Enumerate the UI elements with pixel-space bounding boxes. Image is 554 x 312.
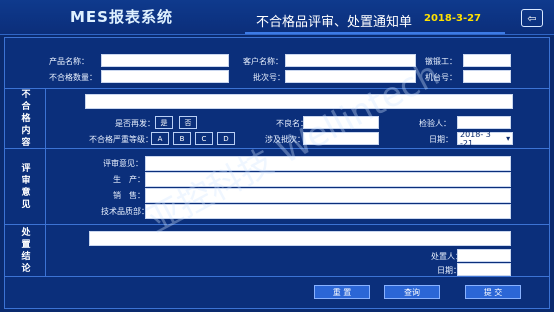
nonconformity-side-label: 不合格内容 [5, 89, 46, 149]
severity-a-toggle[interactable]: A [151, 132, 169, 145]
disposal-side-label: 处置结论 [5, 225, 46, 277]
chevron-down-icon[interactable]: ▾ [504, 134, 512, 143]
batch-label: 批次号： [253, 73, 285, 82]
date-value: 2018- 3 -21 [460, 129, 491, 148]
severity-d-toggle[interactable]: D [217, 132, 235, 145]
recurrence-no-toggle[interactable]: 否 [179, 116, 197, 129]
top-bar: MES报表系统 不合格品评审、处置通知单 2018-3-27 ⇦ [0, 0, 554, 35]
inspector-input[interactable] [457, 116, 511, 129]
severity-b-toggle[interactable]: B [173, 132, 191, 145]
worker-input[interactable] [463, 54, 511, 67]
disposal-date-input[interactable] [457, 263, 511, 276]
customer-name-label: 客户名称： [243, 57, 283, 66]
date-label: 日期： [429, 135, 453, 144]
disposal-section: 处置结论 处置人： 日期： [5, 224, 549, 277]
query-button[interactable]: 查询 [384, 285, 440, 299]
date-select[interactable]: 2018- 3 -21 ▾ [457, 129, 513, 148]
disposal-conclusion-input[interactable] [89, 231, 511, 246]
production-label: 生 产： [113, 175, 145, 184]
review-comments-label: 评审意见： [103, 159, 143, 168]
info-section: 产品名称： 客户名称： 镦锻工： 不合格数量： 批次号： 机台号： [5, 38, 549, 88]
inspector-label: 检验人： [419, 119, 451, 128]
app-title: MES报表系统 [70, 8, 173, 26]
severity-label: 不合格严重等级： [89, 135, 153, 144]
handler-input[interactable] [457, 249, 511, 262]
actions-section: 重 置 查询 提 交 [5, 276, 549, 309]
product-name-input[interactable] [101, 54, 229, 67]
machine-input[interactable] [463, 70, 511, 83]
submit-button[interactable]: 提 交 [465, 285, 521, 299]
recurrence-label: 是否再发： [115, 119, 155, 128]
nonconformity-description-input[interactable] [85, 94, 513, 109]
severity-c-toggle[interactable]: C [195, 132, 213, 145]
exit-icon[interactable]: ⇦ [521, 9, 543, 27]
review-side-label: 评审意见 [5, 149, 46, 225]
product-name-label: 产品名称： [49, 57, 89, 66]
recurrence-yes-toggle[interactable]: 是 [155, 116, 173, 129]
header-date: 2018-3-27 [424, 13, 482, 24]
form-title: 不合格品评审、处置通知单 [256, 15, 413, 30]
reset-button[interactable]: 重 置 [314, 285, 370, 299]
nonconf-qty-input[interactable] [101, 70, 229, 83]
nonconf-qty-label: 不合格数量： [49, 73, 97, 82]
